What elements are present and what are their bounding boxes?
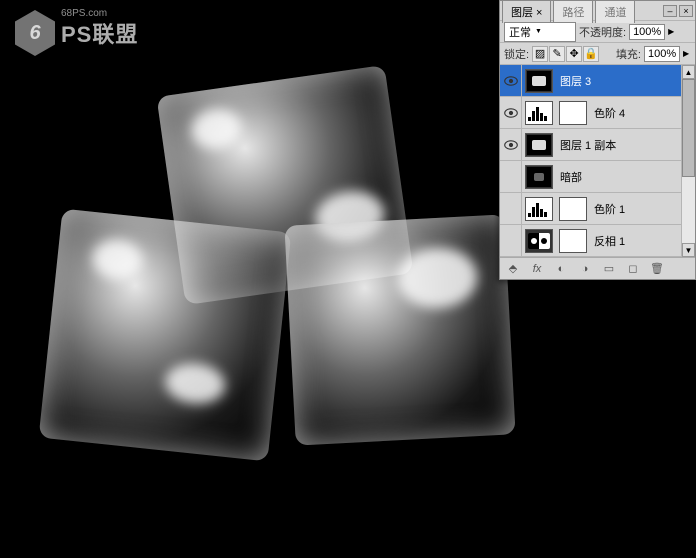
visibility-toggle[interactable] <box>500 193 522 224</box>
layer-row[interactable]: 反相 1 <box>500 225 695 257</box>
layer-row[interactable]: 色阶 4 <box>500 97 695 129</box>
link-layers-icon[interactable]: ⬘ <box>504 261 522 277</box>
panel-minimize-button[interactable]: – <box>663 5 677 17</box>
layer-name: 图层 1 副本 <box>556 137 695 153</box>
lock-transparent-icon[interactable]: ▨ <box>532 46 548 62</box>
tab-channels[interactable]: 通道 <box>595 0 635 23</box>
opacity-flyout-icon[interactable]: ▶ <box>668 27 676 36</box>
adjustment-thumbnail <box>525 101 553 125</box>
canvas-image <box>40 70 520 490</box>
fill-input[interactable]: 100% <box>644 46 680 62</box>
panel-close-button[interactable]: × <box>679 5 693 17</box>
chevron-down-icon: ▼ <box>535 28 542 35</box>
panel-titlebar: 图层 × 路径 通道 – × <box>500 1 695 21</box>
fx-icon[interactable]: fx <box>528 261 546 277</box>
visibility-toggle[interactable] <box>500 97 522 128</box>
blend-mode-value: 正常 <box>509 24 531 40</box>
watermark-brand: PS联盟 <box>61 17 138 49</box>
mask-thumbnail <box>559 197 587 221</box>
layers-list: 图层 3 色阶 4 图层 1 副本 暗部 色阶 1 反相 <box>500 65 695 257</box>
layer-name: 暗部 <box>556 169 695 185</box>
opacity-input[interactable]: 100% <box>629 24 665 40</box>
layer-row[interactable]: 图层 1 副本 <box>500 129 695 161</box>
layer-thumbnail <box>525 133 553 157</box>
layer-row[interactable]: 色阶 1 <box>500 193 695 225</box>
layer-name: 图层 3 <box>556 73 695 89</box>
layers-footer: ⬘ fx ◐ ◑ ▭ ◻ 🗑 <box>500 257 695 279</box>
lock-all-icon[interactable]: 🔒 <box>583 46 599 62</box>
lock-pixels-icon[interactable]: ✎ <box>549 46 565 62</box>
lock-position-icon[interactable]: ✥ <box>566 46 582 62</box>
lock-label: 锁定: <box>504 46 529 62</box>
new-layer-icon[interactable]: ◻ <box>624 261 642 277</box>
layer-name: 色阶 1 <box>590 201 695 217</box>
mask-icon[interactable]: ◐ <box>552 261 570 277</box>
adjustment-thumbnail <box>525 229 553 253</box>
trash-icon[interactable]: 🗑 <box>648 261 666 277</box>
adjustment-icon[interactable]: ◑ <box>576 261 594 277</box>
blend-mode-dropdown[interactable]: 正常 ▼ <box>504 22 576 42</box>
layer-name: 色阶 4 <box>590 105 695 121</box>
layer-name: 反相 1 <box>590 233 695 249</box>
mask-thumbnail <box>559 229 587 253</box>
tab-layers[interactable]: 图层 × <box>502 0 551 23</box>
visibility-toggle[interactable] <box>500 129 522 160</box>
blend-row: 正常 ▼ 不透明度: 100% ▶ <box>500 21 695 43</box>
scroll-down-button[interactable]: ▼ <box>682 243 695 257</box>
layer-thumbnail <box>525 69 553 93</box>
mask-thumbnail <box>559 101 587 125</box>
visibility-toggle[interactable] <box>500 161 522 192</box>
lock-row: 锁定: ▨ ✎ ✥ 🔒 填充: 100% ▶ <box>500 43 695 65</box>
layer-thumbnail <box>525 165 553 189</box>
fill-label: 填充: <box>616 46 641 62</box>
layer-row[interactable]: 图层 3 <box>500 65 695 97</box>
scroll-thumb[interactable] <box>682 79 695 177</box>
layer-row[interactable]: 暗部 <box>500 161 695 193</box>
group-icon[interactable]: ▭ <box>600 261 618 277</box>
adjustment-thumbnail <box>525 197 553 221</box>
opacity-label: 不透明度: <box>579 24 626 40</box>
watermark: 6 68PS.com PS联盟 <box>15 10 138 56</box>
layers-panel: 图层 × 路径 通道 – × 正常 ▼ 不透明度: 100% ▶ 锁定: ▨ ✎… <box>499 0 696 280</box>
tab-paths[interactable]: 路径 <box>553 0 593 23</box>
watermark-url: 68PS.com <box>61 8 107 19</box>
visibility-toggle[interactable] <box>500 65 522 96</box>
scroll-up-button[interactable]: ▲ <box>682 65 695 79</box>
layers-scrollbar[interactable]: ▲ ▼ <box>681 65 695 257</box>
visibility-toggle[interactable] <box>500 225 522 256</box>
fill-flyout-icon[interactable]: ▶ <box>683 49 691 58</box>
watermark-logo: 6 <box>15 10 55 56</box>
